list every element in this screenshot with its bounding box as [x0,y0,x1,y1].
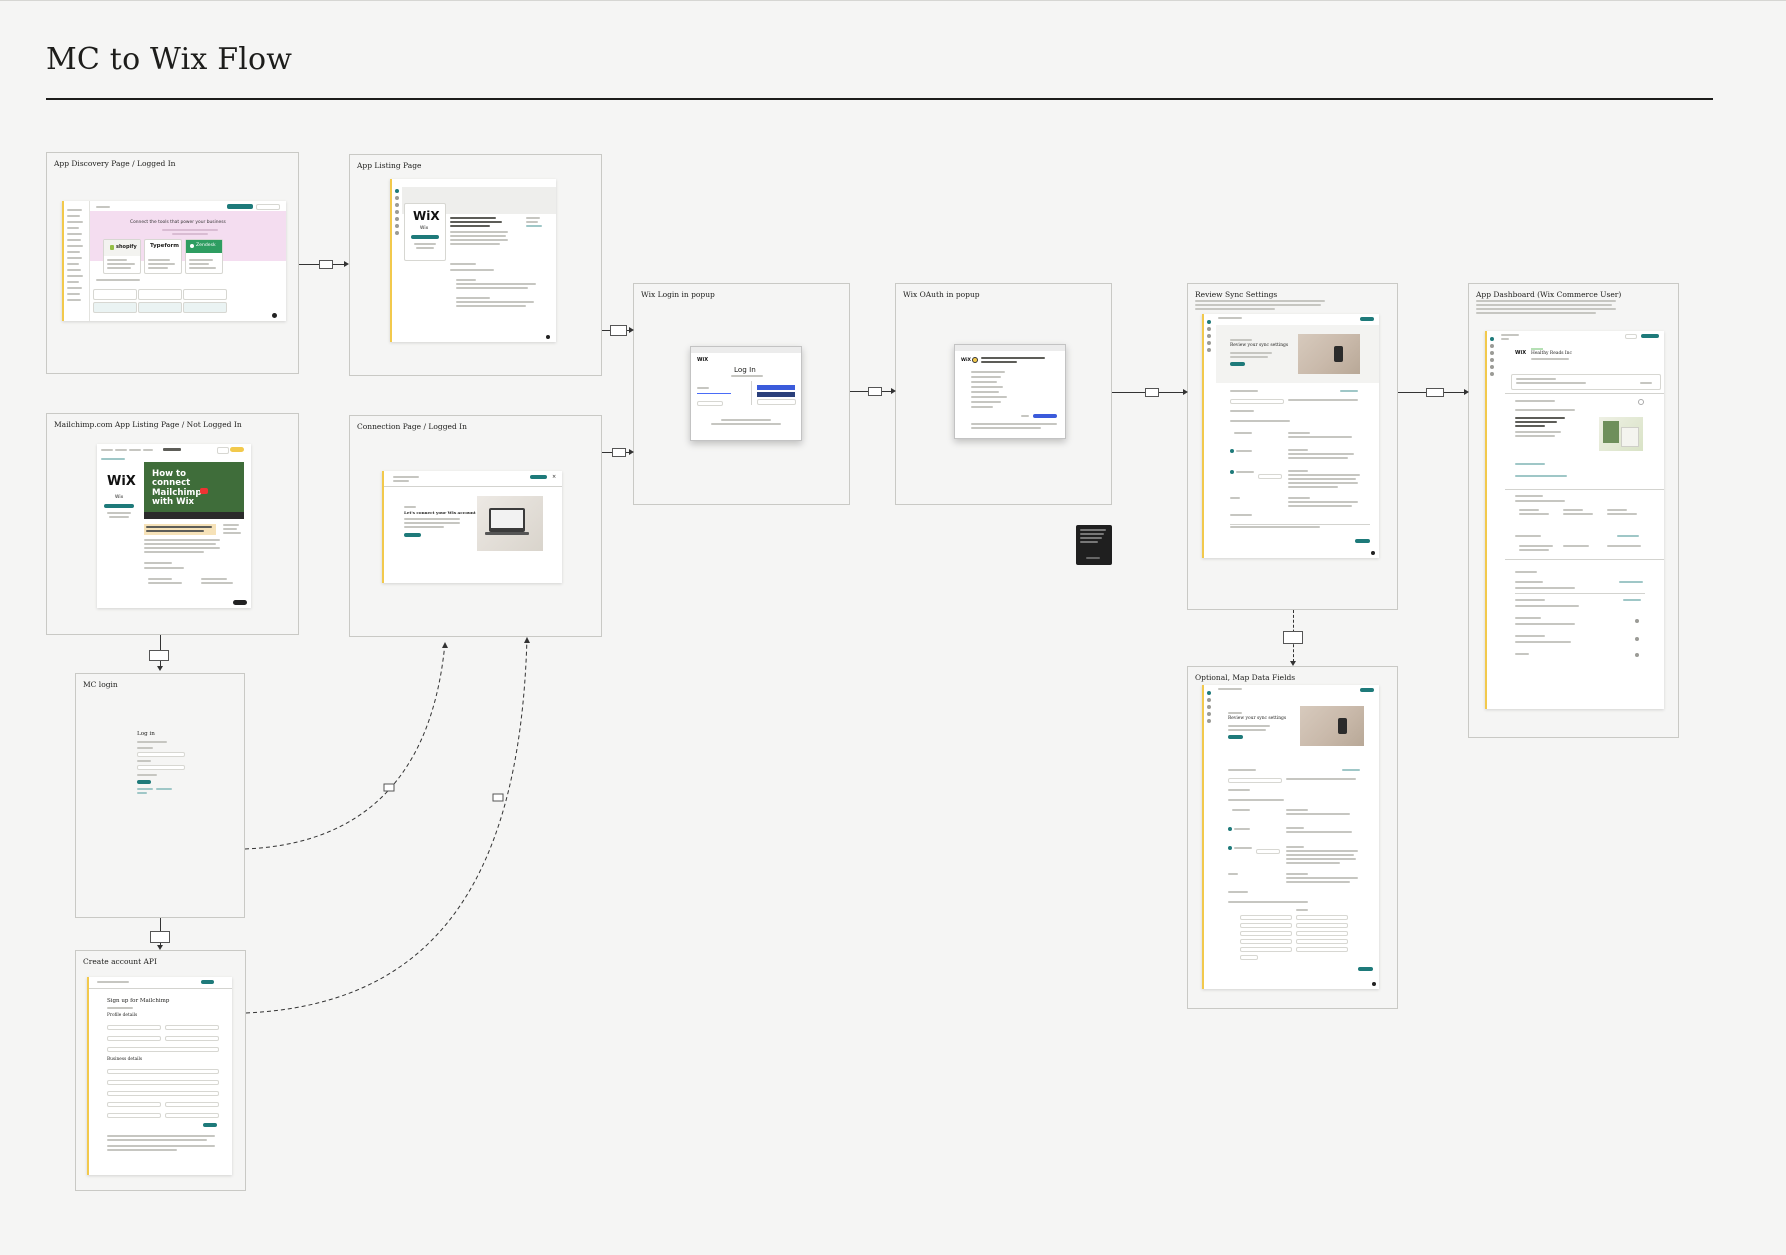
connector-label-chip [383,783,395,792]
dashed-connector-login-to-connection [244,642,446,850]
dashed-connectors [244,636,530,1014]
connector-label-chip [492,793,504,802]
arrowhead-up-1 [442,642,448,648]
dashed-connector-signup-to-connection [245,636,528,1014]
arrowhead-up-2 [524,637,530,643]
